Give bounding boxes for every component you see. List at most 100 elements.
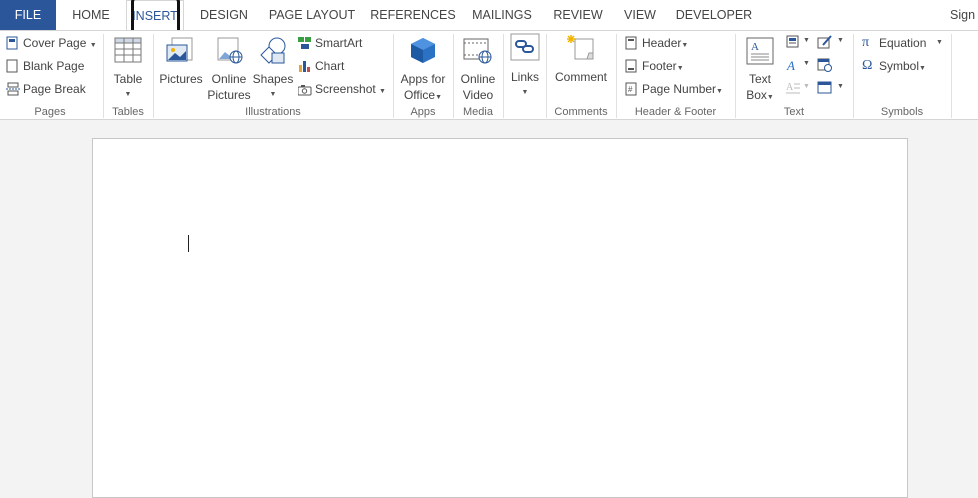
chevron-down-icon: ▼ (803, 83, 810, 90)
smartart-label: SmartArt (315, 36, 363, 50)
pi-icon: π (862, 35, 870, 50)
chevron-down-icon: ▼ (766, 94, 774, 101)
group-label-tables: Tables (112, 106, 144, 118)
chevron-down-icon: ▼ (936, 39, 943, 46)
comment-icon (567, 35, 594, 60)
group-label-apps: Apps (410, 106, 436, 118)
online-video-label-1: Online (460, 72, 496, 86)
cover-page-icon (6, 36, 18, 50)
document-page[interactable] (92, 138, 908, 498)
smartart-icon (298, 37, 311, 49)
object-button[interactable]: ▼ (817, 81, 844, 98)
text-cursor (188, 235, 189, 252)
pictures-button[interactable]: Pictures (157, 37, 205, 87)
page-break-label: Page Break (23, 82, 86, 96)
online-pictures-icon (217, 37, 243, 64)
group-label-illustrations: Illustrations (245, 106, 301, 118)
equation-label: Equation (879, 36, 927, 50)
pictures-icon (166, 37, 193, 62)
table-icon (114, 37, 142, 63)
chevron-down-icon: ▼ (716, 88, 723, 95)
comment-button[interactable]: Comment (550, 33, 612, 85)
object-icon (817, 81, 832, 94)
insert-ribbon: Cover Page ▼ Blank Page Page Break Pages… (0, 30, 978, 120)
header-label: Header (642, 36, 682, 50)
chevron-down-icon: ▼ (521, 89, 529, 96)
chevron-down-icon: ▼ (124, 91, 132, 98)
online-video-label-2: Video (462, 88, 494, 102)
svg-text:A: A (786, 58, 795, 72)
svg-text:#: # (628, 85, 633, 94)
footer-label: Footer (642, 59, 677, 73)
text-box-label-2: Box (746, 88, 767, 102)
drop-cap-button[interactable]: A ▼ (786, 81, 810, 98)
tab-file[interactable]: FILE (0, 0, 56, 31)
sign-in-link[interactable]: Sign (950, 0, 978, 31)
shapes-icon (260, 37, 286, 64)
chevron-down-icon: ▼ (837, 37, 844, 44)
tab-mailings[interactable]: MAILINGS (466, 0, 538, 31)
chevron-down-icon: ▼ (676, 65, 684, 72)
tab-page-layout[interactable]: PAGE LAYOUT (264, 0, 360, 31)
text-box-button[interactable]: A Text Box▼ (740, 37, 780, 106)
shapes-button[interactable]: Shapes ▼ (252, 37, 294, 103)
screenshot-label: Screenshot (315, 82, 376, 96)
chevron-down-icon: ▼ (681, 42, 689, 49)
pictures-label: Pictures (159, 72, 203, 86)
chevron-down-icon: ▼ (803, 37, 810, 44)
drop-cap-icon: A (786, 82, 800, 94)
quick-parts-icon (786, 35, 799, 48)
tab-view[interactable]: VIEW (616, 0, 664, 31)
chevron-down-icon: ▼ (435, 94, 443, 101)
apps-for-office-icon (411, 38, 435, 63)
wordart-button[interactable]: A ▼ (786, 58, 810, 75)
footer-icon (625, 59, 637, 73)
calendar-icon (817, 58, 832, 72)
online-video-button[interactable]: Online Video (455, 37, 501, 103)
ribbon-tab-bar: FILE HOME INSERT DESIGN PAGE LAYOUT REFE… (0, 0, 978, 41)
online-pictures-button[interactable]: Online Pictures (205, 37, 253, 103)
links-icon (510, 33, 540, 61)
table-label: Table (113, 72, 143, 86)
chevron-down-icon: ▼ (837, 83, 844, 90)
date-time-button[interactable] (817, 58, 833, 75)
tab-developer[interactable]: DEVELOPER (674, 0, 754, 31)
tab-design[interactable]: DESIGN (196, 0, 252, 31)
group-label-symbols: Symbols (880, 106, 924, 118)
chevron-down-icon: ▼ (269, 91, 277, 98)
chart-icon (299, 61, 310, 72)
group-label-media: Media (463, 106, 493, 118)
tab-references[interactable]: REFERENCES (370, 0, 456, 31)
apps-for-office-label-2: Office (403, 88, 436, 102)
chevron-down-icon: ▼ (89, 42, 97, 49)
header-icon (625, 36, 637, 50)
group-label-header-footer: Header & Footer (634, 106, 717, 118)
online-pictures-label-1: Online (211, 72, 247, 86)
symbol-label: Symbol (879, 59, 920, 73)
chevron-down-icon: ▼ (379, 88, 386, 95)
links-button[interactable]: Links ▼ (506, 33, 544, 101)
apps-for-office-label-1: Apps for (400, 72, 446, 86)
group-label-text: Text (783, 106, 805, 118)
comment-label: Comment (554, 70, 607, 84)
svg-text:A: A (751, 41, 759, 53)
chevron-down-icon: ▼ (919, 65, 926, 72)
quick-parts-button[interactable]: ▼ (786, 35, 810, 52)
text-box-label-1: Text (748, 72, 771, 86)
signature-line-button[interactable]: ▼ (817, 35, 844, 52)
group-separator (951, 34, 952, 118)
group-separator (503, 34, 504, 118)
tab-review[interactable]: REVIEW (548, 0, 608, 31)
page-break-icon (6, 82, 20, 96)
signature-line-icon (817, 35, 832, 49)
cover-page-label: Cover Page (23, 36, 87, 50)
apps-for-office-button[interactable]: Apps for Office▼ (396, 37, 450, 106)
group-label-pages: Pages (34, 106, 66, 118)
shapes-label: Shapes (252, 72, 294, 86)
wordart-icon: A (786, 58, 795, 73)
tab-home[interactable]: HOME (64, 0, 118, 31)
screenshot-icon (298, 85, 312, 96)
table-button[interactable]: Table ▼ (106, 37, 150, 103)
page-number-label: Page Number (642, 82, 717, 96)
text-box-icon: A (746, 37, 774, 65)
